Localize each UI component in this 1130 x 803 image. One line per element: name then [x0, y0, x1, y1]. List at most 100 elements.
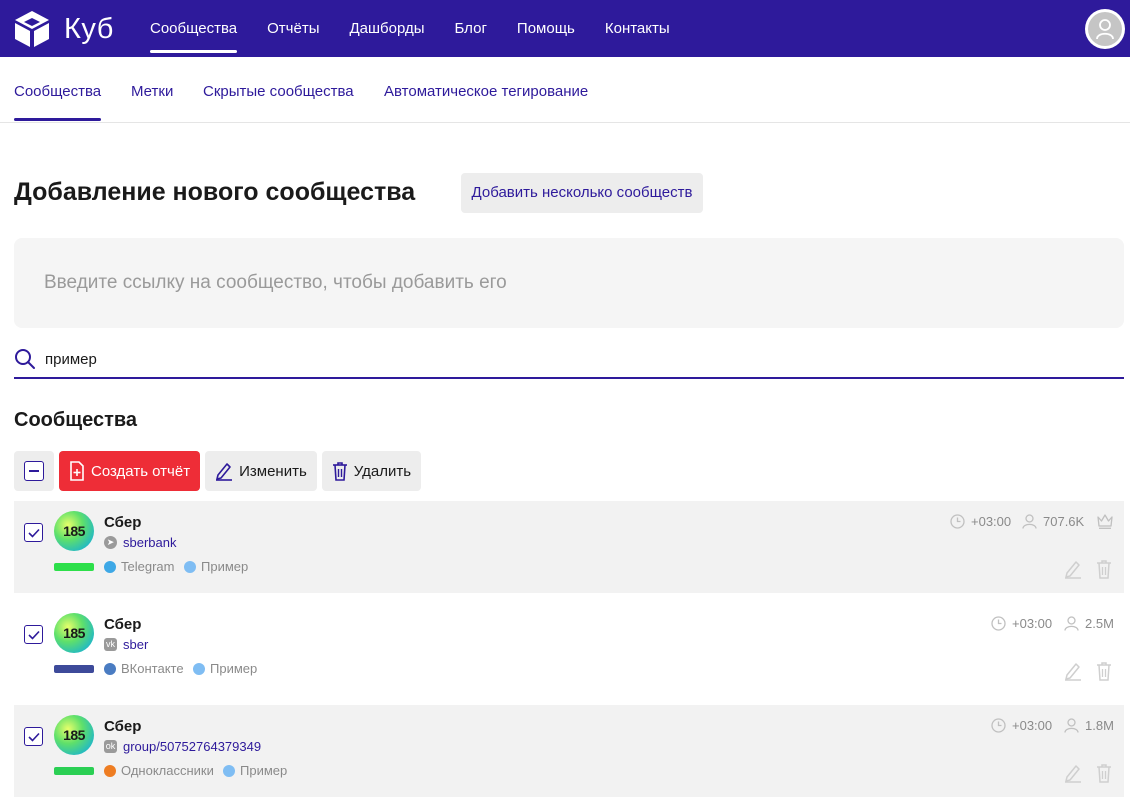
- odnoklassniki-icon: ok: [104, 740, 117, 753]
- tab-hidden-communities[interactable]: Скрытые сообщества: [203, 83, 354, 100]
- tag-label: Пример: [201, 559, 249, 574]
- nav-help[interactable]: Помощь: [517, 0, 575, 57]
- community-row[interactable]: 185 Сбер ➤ sberbank Telegram Пример +03:…: [14, 501, 1124, 593]
- network-dot: [104, 560, 116, 573]
- edit-button[interactable]: Изменить: [205, 451, 317, 491]
- activity-bar: [54, 767, 94, 775]
- network-tag: Одноклассники: [104, 763, 214, 778]
- url-input-box: [14, 238, 1124, 328]
- nav-blog[interactable]: Блог: [455, 0, 487, 57]
- user-avatar[interactable]: [1085, 9, 1125, 49]
- network-label: Одноклассники: [121, 763, 214, 778]
- delete-button[interactable]: Удалить: [321, 451, 422, 491]
- delete-row-icon[interactable]: [1096, 763, 1112, 783]
- community-avatar: 185: [54, 511, 94, 551]
- row-checkbox[interactable]: [24, 523, 43, 542]
- tab-auto-tagging[interactable]: Автоматическое тегирование: [384, 83, 588, 100]
- community-link[interactable]: group/50752764379349: [123, 739, 261, 754]
- followers-value: 2.5M: [1085, 616, 1114, 631]
- add-multiple-button[interactable]: Добавить несколько сообществ: [461, 173, 703, 213]
- create-report-button[interactable]: Создать отчёт: [59, 451, 201, 491]
- search-input[interactable]: [45, 347, 1045, 371]
- delete-row-icon[interactable]: [1096, 559, 1112, 579]
- community-row[interactable]: 185 Сбер vk sber ВКонтакте Пример +03:00…: [14, 603, 1124, 695]
- active-tab-indicator: [14, 118, 101, 121]
- tag-label: Пример: [240, 763, 288, 778]
- crown-icon: [1097, 514, 1113, 529]
- edit-row-icon[interactable]: [1064, 559, 1082, 579]
- label-tag[interactable]: Пример: [193, 661, 257, 676]
- community-link[interactable]: sberbank: [123, 535, 176, 550]
- community-link[interactable]: sber: [123, 637, 148, 652]
- clock-icon: [950, 514, 965, 529]
- telegram-icon: ➤: [104, 536, 117, 549]
- communities-title: Сообщества: [14, 409, 138, 431]
- user-icon: [1088, 12, 1122, 46]
- nav-dashboards[interactable]: Дашборды: [350, 0, 425, 57]
- timezone: +03:00: [991, 616, 1052, 631]
- nav-contacts[interactable]: Контакты: [605, 0, 670, 57]
- user-icon: [1064, 718, 1079, 733]
- timezone: +03:00: [991, 718, 1052, 733]
- timezone-value: +03:00: [971, 514, 1012, 529]
- followers-value: 707.6K: [1043, 514, 1085, 529]
- tag-label: Пример: [210, 661, 258, 676]
- vk-icon: vk: [104, 638, 117, 651]
- logo[interactable]: Куб: [14, 10, 114, 48]
- followers: 1.8M: [1064, 718, 1114, 733]
- community-avatar: 185: [54, 613, 94, 653]
- label-tag[interactable]: Пример: [223, 763, 287, 778]
- tag-dot: [223, 764, 235, 777]
- community-row[interactable]: 185 Сбер ok group/50752764379349 Однокла…: [14, 705, 1124, 797]
- checkmark-icon: [27, 528, 40, 538]
- delete-row-icon[interactable]: [1096, 661, 1112, 681]
- edit-row-icon[interactable]: [1064, 763, 1082, 783]
- page-title: Добавление нового сообщества: [14, 178, 416, 206]
- edit-row-icon[interactable]: [1064, 661, 1082, 681]
- tab-tags[interactable]: Метки: [131, 83, 173, 100]
- network-tag: Telegram: [104, 559, 174, 574]
- clock-icon: [991, 616, 1006, 631]
- timezone-value: +03:00: [1012, 616, 1053, 631]
- timezone: +03:00: [950, 514, 1011, 529]
- community-avatar: 185: [54, 715, 94, 755]
- communities-toolbar: Создать отчёт Изменить Удалить: [14, 451, 426, 491]
- create-report-label: Создать отчёт: [91, 462, 191, 480]
- network-label: ВКонтакте: [121, 661, 184, 676]
- label-tag[interactable]: Пример: [184, 559, 248, 574]
- top-bar: Куб Сообщества Отчёты Дашборды Блог Помо…: [0, 0, 1130, 57]
- cube-logo-icon: [15, 11, 49, 47]
- network-dot: [104, 764, 116, 777]
- user-icon: [1022, 514, 1037, 529]
- network-label: Telegram: [121, 559, 175, 574]
- nav-communities[interactable]: Сообщества: [150, 0, 238, 57]
- followers: 2.5M: [1064, 616, 1114, 631]
- community-url-input[interactable]: [14, 238, 1124, 328]
- sub-nav: Сообщества Метки Скрытые сообщества Авто…: [0, 57, 1130, 123]
- search-icon: [15, 349, 35, 369]
- tag-dot: [193, 662, 205, 675]
- network-dot: [104, 662, 116, 675]
- checkmark-icon: [27, 732, 40, 742]
- main-nav: Сообщества Отчёты Дашборды Блог Помощь К…: [150, 0, 700, 57]
- community-name: Сбер: [104, 514, 142, 531]
- tab-communities[interactable]: Сообщества: [14, 83, 101, 100]
- nav-reports[interactable]: Отчёты: [267, 0, 319, 57]
- edit-label: Изменить: [239, 462, 307, 480]
- activity-bar: [54, 563, 94, 571]
- followers: 707.6K: [1022, 514, 1084, 529]
- row-checkbox[interactable]: [24, 727, 43, 746]
- row-checkbox[interactable]: [24, 625, 43, 644]
- select-all-checkbox[interactable]: [14, 451, 54, 491]
- checkmark-icon: [27, 630, 40, 640]
- avatar-text: 185: [63, 625, 85, 641]
- user-icon: [1064, 616, 1079, 631]
- minus-icon: [24, 461, 44, 481]
- avatar-text: 185: [63, 727, 85, 743]
- community-name: Сбер: [104, 616, 142, 633]
- followers-value: 1.8M: [1085, 718, 1114, 733]
- pencil-icon: [216, 463, 233, 481]
- search-bar: [14, 343, 1124, 379]
- network-tag: ВКонтакте: [104, 661, 184, 676]
- brand-name: Куб: [64, 12, 114, 45]
